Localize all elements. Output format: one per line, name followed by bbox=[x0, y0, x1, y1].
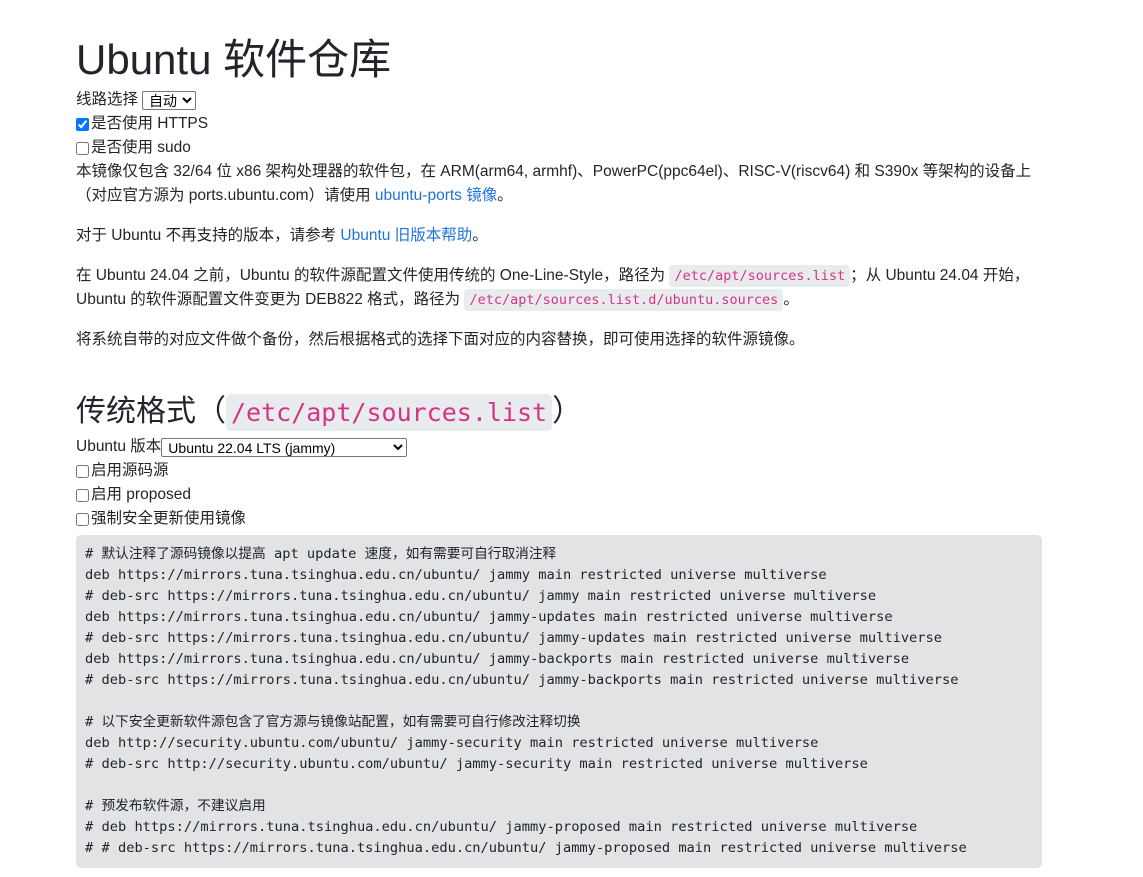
proposed-option-row: 启用 proposed bbox=[76, 483, 1042, 507]
intro-old-release-text: 对于 Ubuntu 不再支持的版本，请参考 bbox=[76, 227, 341, 244]
ubuntu-sources-path-code: /etc/apt/sources.list.d/ubuntu.sources bbox=[464, 289, 784, 311]
intro-old-release-end: 。 bbox=[472, 227, 488, 244]
section-heading-code: /etc/apt/sources.list bbox=[226, 394, 553, 431]
https-checkbox[interactable] bbox=[76, 117, 89, 131]
intro-arch-end: 。 bbox=[497, 187, 513, 204]
src-option-row: 启用源码源 bbox=[76, 459, 1042, 483]
section-heading: 传统格式（/etc/apt/sources.list） bbox=[76, 390, 1042, 435]
page-title: Ubuntu 软件仓库 bbox=[76, 36, 392, 83]
enable-src-label[interactable]: 启用源码源 bbox=[91, 459, 169, 483]
code-line: # # deb-src https://mirrors.tuna.tsinghu… bbox=[85, 840, 967, 856]
enable-proposed-label[interactable]: 启用 proposed bbox=[91, 483, 191, 507]
intro-backup-paragraph: 将系统自带的对应文件做个备份，然后根据格式的选择下面对应的内容替换，即可使用选择… bbox=[76, 331, 805, 348]
force-security-mirror-checkbox[interactable] bbox=[76, 512, 89, 526]
sources-list-path-code: /etc/apt/sources.list bbox=[669, 265, 851, 287]
enable-src-checkbox[interactable] bbox=[76, 464, 89, 478]
security-option-row: 强制安全更新使用镜像 bbox=[76, 507, 1042, 531]
page-container: Ubuntu 软件仓库 线路选择 自动 是否使用 HTTPS 是否使用 sudo… bbox=[76, 0, 1042, 868]
code-line: deb https://mirrors.tuna.tsinghua.edu.cn… bbox=[85, 609, 893, 625]
sources-list-code-block[interactable]: # 默认注释了源码镜像以提高 apt update 速度，如有需要可自行取消注释… bbox=[76, 535, 1042, 868]
code-line: # deb-src https://mirrors.tuna.tsinghua.… bbox=[85, 588, 877, 604]
version-select-row: Ubuntu 版本 Ubuntu 22.04 LTS (jammy) bbox=[76, 435, 1042, 459]
old-release-help-link[interactable]: Ubuntu 旧版本帮助 bbox=[340, 227, 472, 244]
intro-format-paragraph: 在 Ubuntu 24.04 之前，Ubuntu 的软件源配置文件使用传统的 O… bbox=[76, 264, 1042, 312]
code-line: # 以下安全更新软件源包含了官方源与镜像站配置，如有需要可自行修改注释切换 bbox=[85, 714, 581, 730]
intro-format-text-c: 。 bbox=[783, 291, 799, 308]
ubuntu-ports-link[interactable]: ubuntu-ports 镜像 bbox=[375, 187, 497, 204]
code-line: deb https://mirrors.tuna.tsinghua.edu.cn… bbox=[85, 651, 910, 667]
section-heading-suffix: ） bbox=[552, 395, 583, 428]
intro-format-text-a: 在 Ubuntu 24.04 之前，Ubuntu 的软件源配置文件使用传统的 O… bbox=[76, 267, 670, 284]
intro-old-release-paragraph: 对于 Ubuntu 不再支持的版本，请参考 Ubuntu 旧版本帮助。 bbox=[76, 224, 1042, 248]
code-line: deb https://mirrors.tuna.tsinghua.edu.cn… bbox=[85, 567, 827, 583]
code-line: # deb-src http://security.ubuntu.com/ubu… bbox=[85, 756, 868, 772]
code-line: # 默认注释了源码镜像以提高 apt update 速度，如有需要可自行取消注释 bbox=[85, 546, 557, 562]
https-checkbox-label[interactable]: 是否使用 HTTPS bbox=[91, 112, 208, 136]
enable-proposed-checkbox[interactable] bbox=[76, 488, 89, 502]
https-option-row: 是否使用 HTTPS bbox=[76, 112, 1042, 136]
line-select-label: 线路选择 bbox=[76, 91, 139, 108]
intro-arch-text: 本镜像仅包含 32/64 位 x86 架构处理器的软件包，在 ARM(arm64… bbox=[76, 163, 1032, 204]
sudo-option-row: 是否使用 sudo bbox=[76, 136, 1042, 160]
version-select[interactable]: Ubuntu 22.04 LTS (jammy) bbox=[161, 437, 408, 457]
sudo-checkbox[interactable] bbox=[76, 141, 89, 155]
code-line: # deb-src https://mirrors.tuna.tsinghua.… bbox=[85, 672, 959, 688]
code-line: # 预发布软件源，不建议启用 bbox=[85, 798, 266, 814]
code-line: # deb https://mirrors.tuna.tsinghua.edu.… bbox=[85, 819, 918, 835]
code-line: # deb-src https://mirrors.tuna.tsinghua.… bbox=[85, 630, 943, 646]
line-select[interactable]: 自动 bbox=[142, 90, 197, 110]
version-select-label: Ubuntu 版本 bbox=[76, 438, 162, 455]
code-line: deb http://security.ubuntu.com/ubuntu/ j… bbox=[85, 735, 819, 751]
line-select-row: 线路选择 自动 bbox=[76, 88, 1042, 112]
sudo-checkbox-label[interactable]: 是否使用 sudo bbox=[91, 136, 191, 160]
section-heading-prefix: 传统格式（ bbox=[76, 395, 226, 428]
intro-arch-paragraph: 本镜像仅包含 32/64 位 x86 架构处理器的软件包，在 ARM(arm64… bbox=[76, 160, 1042, 208]
force-security-mirror-label[interactable]: 强制安全更新使用镜像 bbox=[91, 507, 246, 531]
